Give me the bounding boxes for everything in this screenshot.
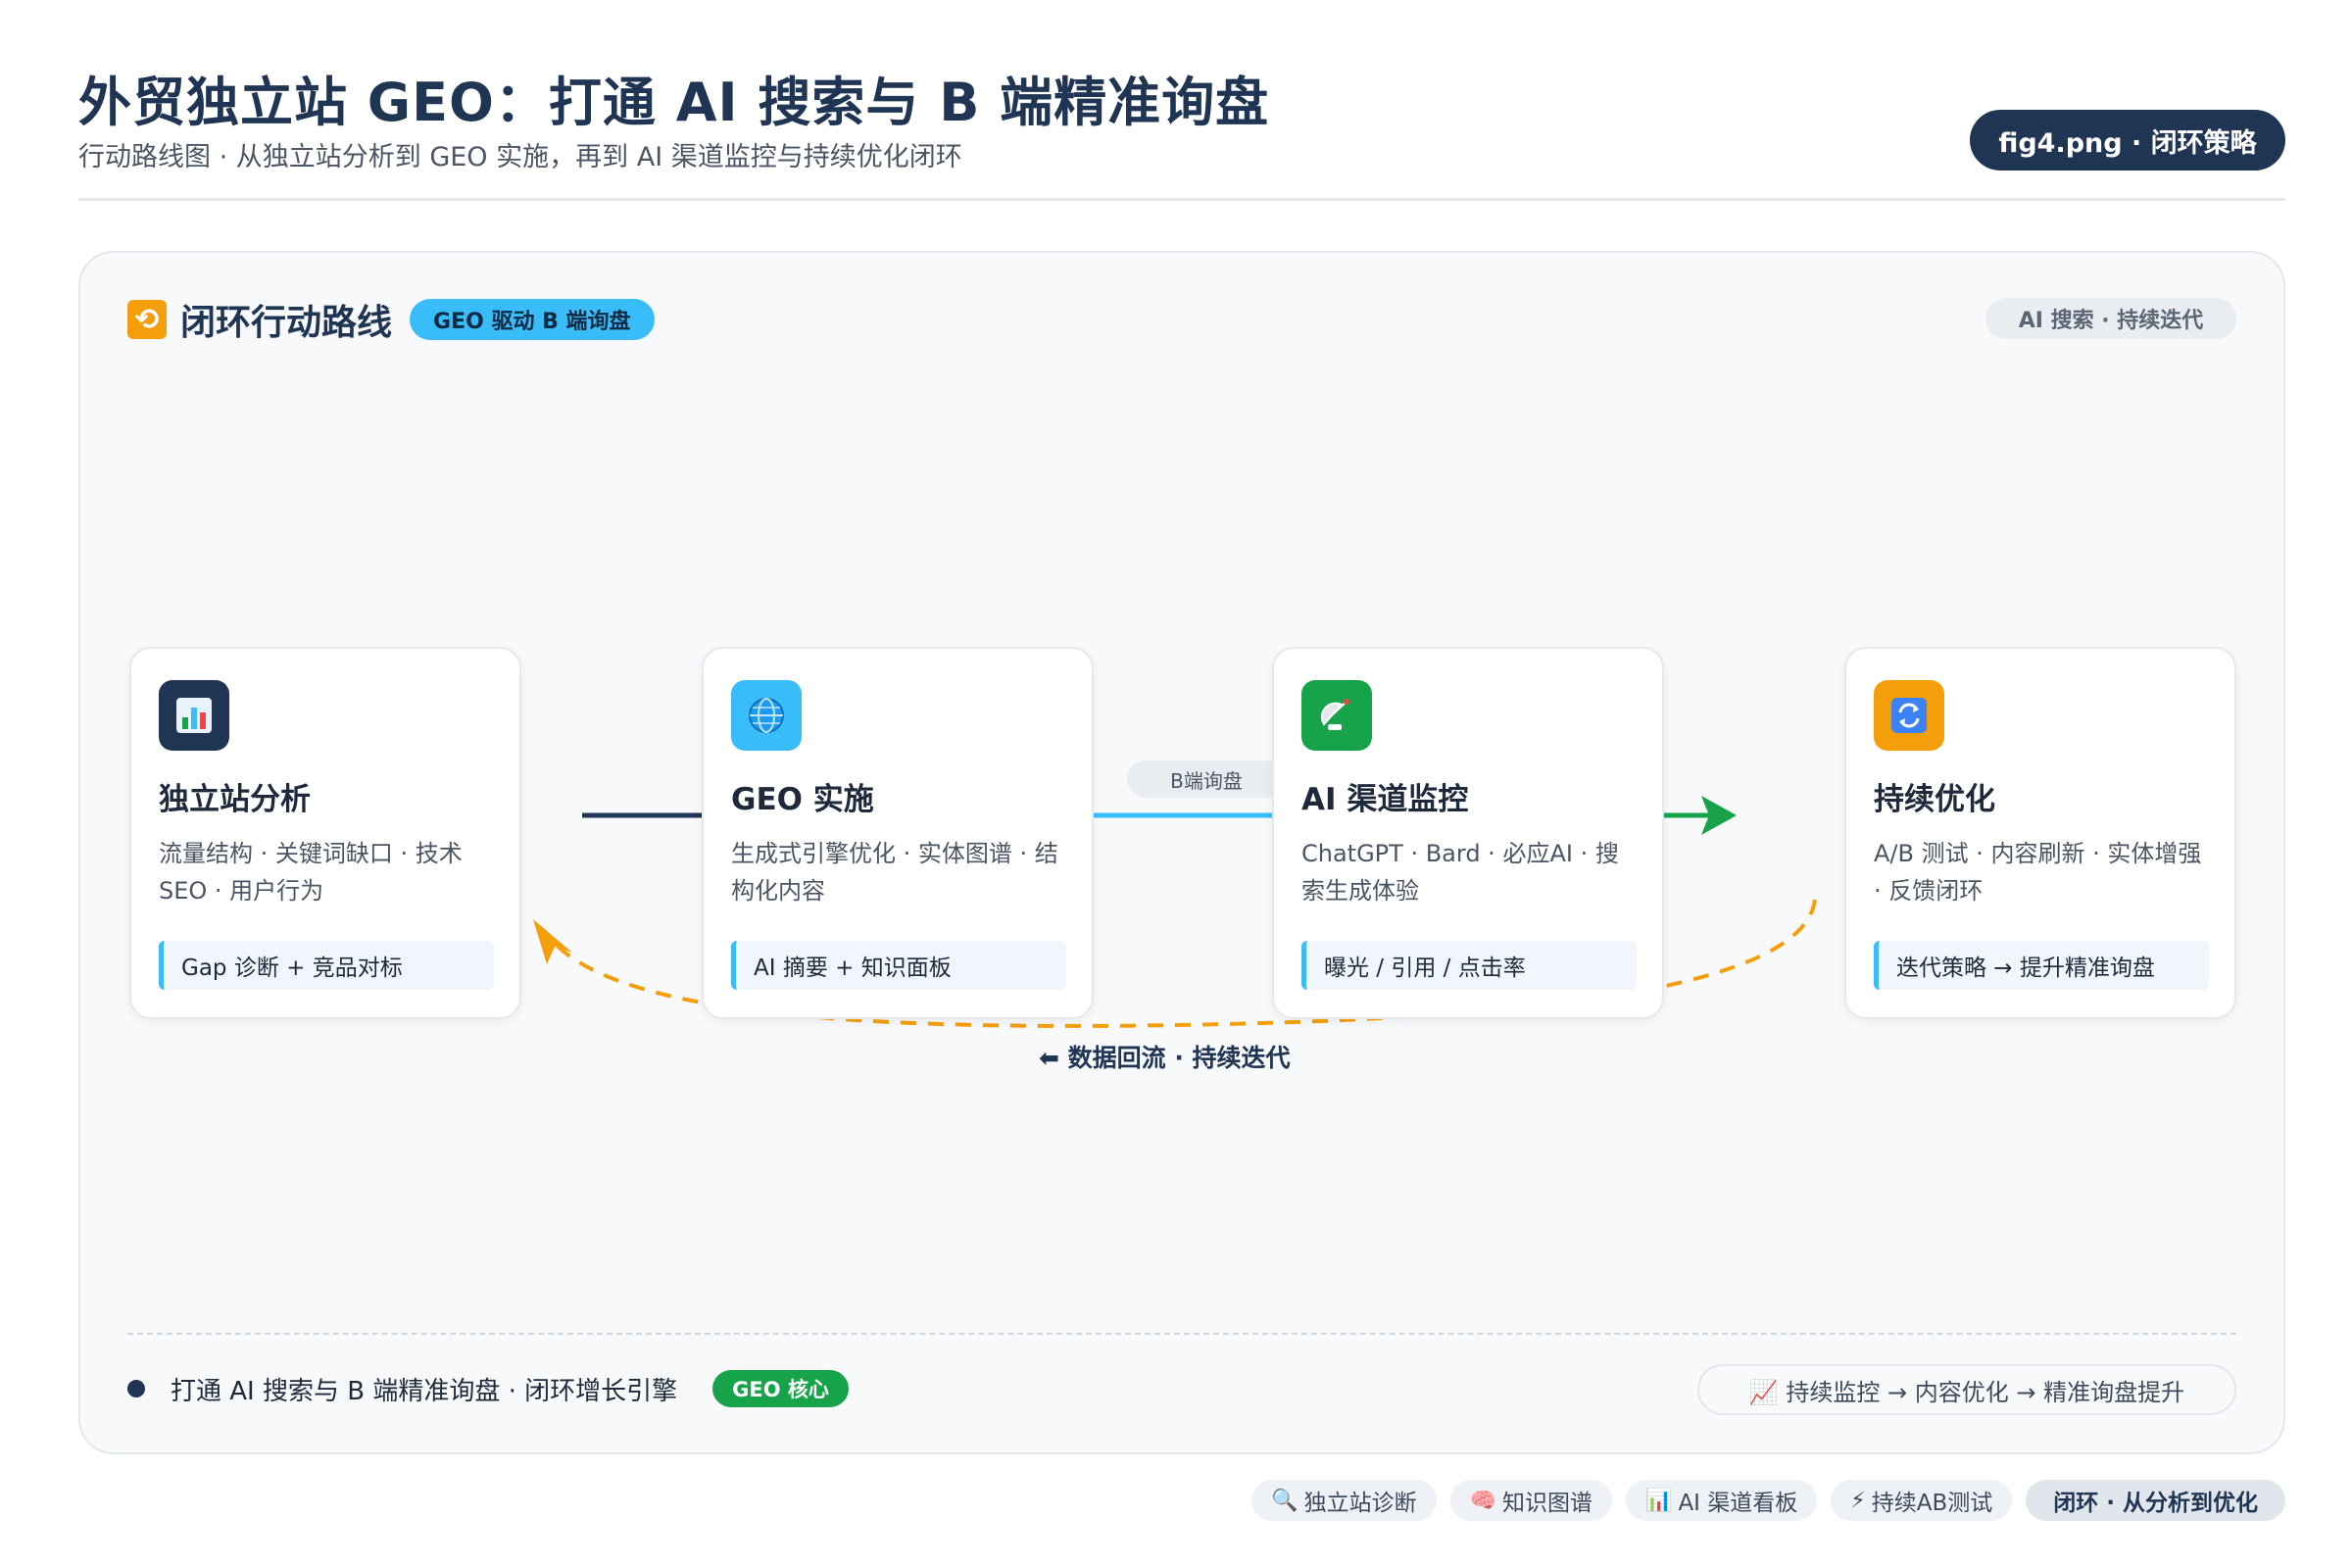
chip-knowledge-graph[interactable]: 🧠 知识图谱 — [1449, 1480, 1613, 1521]
chip-loop-summary[interactable]: 闭环 · 从分析到优化 — [2026, 1480, 2285, 1521]
step-note: 曝光 / 引用 / 点击率 — [1301, 941, 1637, 990]
step-card-site-analysis[interactable]: 独立站分析 流量结构 · 关键词缺口 · 技术SEO · 用户行为 Gap 诊断… — [129, 647, 521, 1019]
chip-ai-channel-dashboard[interactable]: 📊 AI 渠道看板 — [1626, 1480, 1818, 1521]
bullet-dot-icon — [127, 1380, 145, 1397]
bar-chart-icon — [159, 680, 229, 751]
globe-icon — [731, 680, 802, 751]
step-description: 流量结构 · 关键词缺口 · 技术SEO · 用户行为 — [159, 840, 463, 905]
step-title: 持续优化 — [1874, 782, 1995, 817]
chip-label: AI 渠道看板 — [1678, 1491, 1798, 1516]
chip-ab-testing[interactable]: ⚡ 持续AB测试 — [1831, 1480, 2013, 1521]
feedback-loop-label: ⬅ 数据回流 · 持续迭代 — [1039, 1044, 1291, 1072]
lightning-icon: ⚡ — [1850, 1488, 1866, 1513]
step-description: ChatGPT · Bard · 必应AI · 搜索生成体验 — [1301, 840, 1619, 905]
tag-chip-row: 🔍 独立站诊断 🧠 知识图谱 📊 AI 渠道看板 ⚡ 持续AB测试 闭环 · 从… — [1176, 1480, 2285, 1521]
step-title: AI 渠道监控 — [1301, 782, 1469, 817]
step-card-ai-channel-monitoring[interactable]: AI 渠道监控 ChatGPT · Bard · 必应AI · 搜索生成体验 曝… — [1272, 647, 1664, 1019]
edge-label-inquiry: B端询盘 — [1127, 760, 1286, 798]
feedback-loop-arrowhead — [533, 919, 572, 964]
brain-icon: 🧠 — [1469, 1488, 1497, 1513]
refresh-icon — [1874, 680, 1944, 751]
step-note: 迭代策略 → 提升精准询盘 — [1874, 941, 2209, 990]
chip-label: 持续AB测试 — [1871, 1491, 1993, 1516]
footer-flow-pill: 📈 持续监控 → 内容优化 → 精准询盘提升 — [1697, 1364, 2236, 1415]
magnifier-icon: 🔍 — [1271, 1488, 1298, 1513]
bar-chart-icon: 📊 — [1645, 1488, 1673, 1513]
step-description: 生成式引擎优化 · 实体图谱 · 结构化内容 — [731, 840, 1058, 905]
step-note: Gap 诊断 + 竞品对标 — [159, 941, 494, 990]
chip-label: 知识图谱 — [1502, 1491, 1593, 1516]
chip-label: 独立站诊断 — [1303, 1491, 1417, 1516]
step-title: 独立站分析 — [159, 782, 311, 817]
step-card-continuous-optimization[interactable]: 持续优化 A/B 测试 · 内容刷新 · 实体增强 · 反馈闭环 迭代策略 → … — [1844, 647, 2236, 1019]
step-card-geo-implementation[interactable]: GEO 实施 生成式引擎优化 · 实体图谱 · 结构化内容 AI 摘要 + 知识… — [702, 647, 1094, 1019]
step-note: AI 摘要 + 知识面板 — [731, 941, 1066, 990]
footer-summary: 打通 AI 搜索与 B 端精准询盘 · 闭环增长引擎 GEO 核心 — [127, 1370, 849, 1407]
footer-text: 打通 AI 搜索与 B 端精准询盘 · 闭环增长引擎 — [171, 1376, 678, 1406]
step-title: GEO 实施 — [731, 782, 874, 817]
geo-core-badge: GEO 核心 — [712, 1370, 849, 1407]
satellite-antenna-icon — [1301, 680, 1372, 751]
chip-site-diagnosis[interactable]: 🔍 独立站诊断 — [1251, 1480, 1437, 1521]
step-description: A/B 测试 · 内容刷新 · 实体增强 · 反馈闭环 — [1874, 840, 2202, 905]
footer-divider — [127, 1333, 2236, 1335]
